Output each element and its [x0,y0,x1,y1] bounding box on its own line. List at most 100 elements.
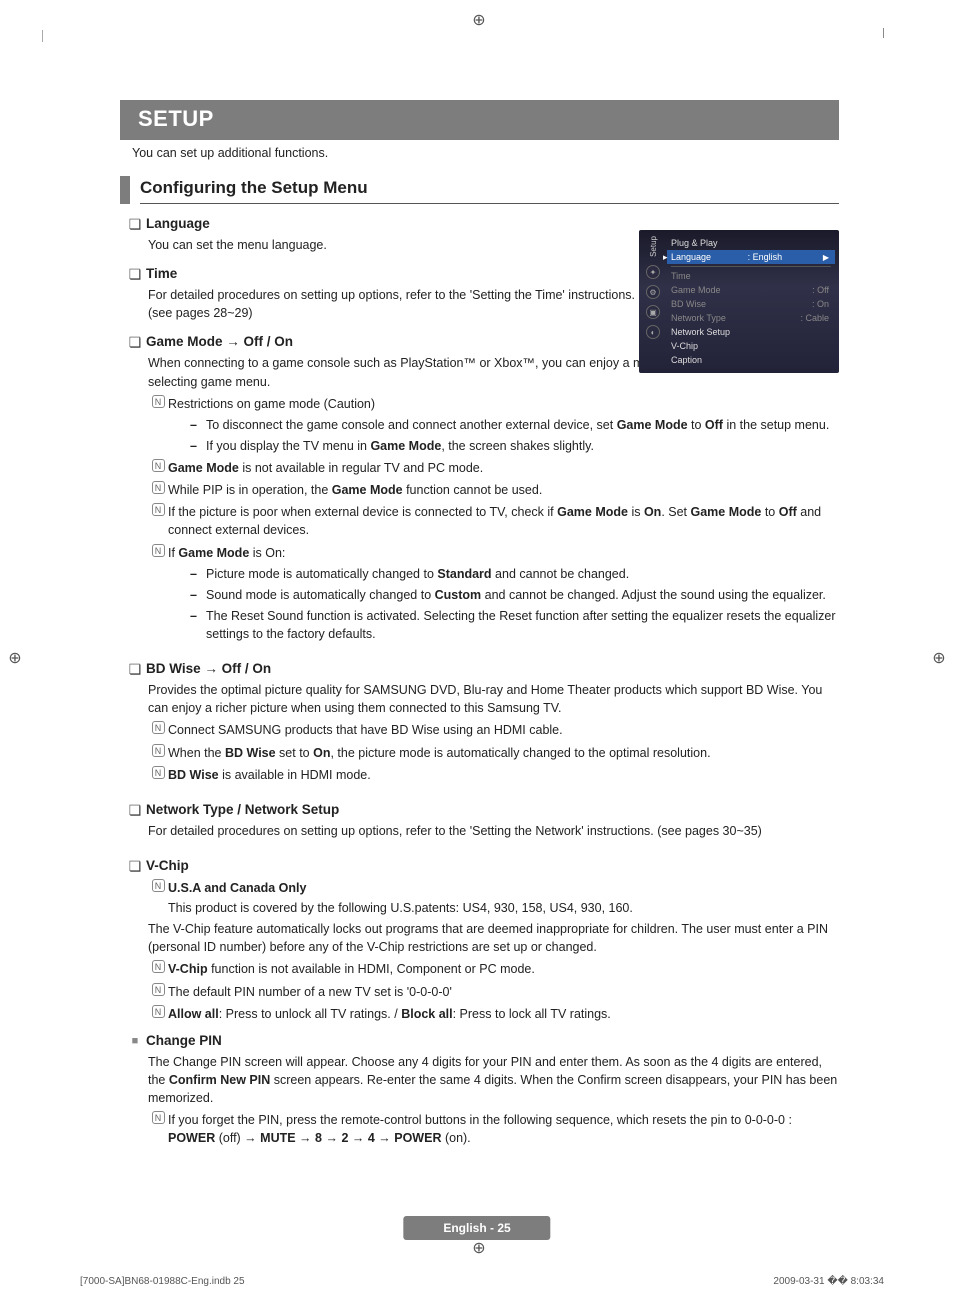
item-title: Change PIN [146,1033,222,1048]
meta-left: [7000-SA]BN68-01988C-Eng.indb 25 [80,1276,245,1287]
osd-label: Network Setup [671,327,730,337]
osd-sidebar: Setup ✦ ⚙ ▣ ◐ [643,236,663,367]
subheading-bar [120,176,130,204]
dash-item: – The Reset Sound function is activated.… [190,607,839,643]
t: Game Mode [370,439,441,453]
square-bullet-icon: ■ [124,1033,146,1050]
dash-text: If you display the TV menu in Game Mode,… [206,437,839,455]
t: is [628,505,644,519]
note-icon: N [148,1005,168,1021]
item-change-pin: ■ Change PIN [124,1033,839,1050]
t: , the picture mode is automatically chan… [330,746,710,760]
t: Block all [401,1007,452,1021]
note-icon: N [148,960,168,976]
t: set to [276,746,314,760]
t: 4 [368,1131,375,1145]
t: On [644,505,661,519]
bullet-icon: ❏ [124,661,146,678]
t: V-Chip [168,962,208,976]
t: function is not available in HDMI, Compo… [208,962,535,976]
note-icon: N [148,983,168,999]
osd-main: Plug & Play Language: English Time Game … [667,236,835,367]
note: N U.S.A and Canada Only [148,879,839,897]
notes: N U.S.A and Canada Only This product is … [148,879,839,917]
dash-text: The Reset Sound function is activated. S… [206,607,839,643]
item-bd-wise: ❏ BD Wise → Off / On [124,661,839,678]
t: Allow all [168,1007,219,1021]
t: Off [705,418,723,432]
note-text: When the BD Wise set to On, the picture … [168,744,839,762]
note: N Restrictions on game mode (Caution) [148,395,839,413]
dash-item: – If you display the TV menu in Game Mod… [190,437,839,455]
t: : Press to unlock all TV ratings. / [219,1007,401,1021]
note-icon: N [148,766,168,782]
osd-value: : Cable [800,313,829,323]
subheading-row: Configuring the Setup Menu [120,176,839,204]
t: Off [779,505,797,519]
t: (on). [441,1131,470,1145]
osd-row: Game Mode: Off [667,283,835,297]
t: When the [168,746,225,760]
dash-icon: – [190,437,206,455]
t: → [296,1131,315,1145]
t: 8 [315,1131,322,1145]
note-text: Restrictions on game mode (Caution) [168,395,839,413]
note-icon: N [148,879,168,895]
note-icon: N [148,503,168,519]
item-title: V-Chip [146,858,189,873]
registration-mark-top: ⊕ [470,12,488,30]
dash-text: Picture mode is automatically changed to… [206,565,839,583]
note: N If the picture is poor when external d… [148,503,839,539]
note-text: Allow all: Press to unlock all TV rating… [168,1005,839,1023]
t: POWER [168,1131,215,1145]
t: → [322,1131,341,1145]
note-body: This product is covered by the following… [168,899,839,917]
bullet-icon: ❏ [124,266,146,283]
dash-icon: – [190,586,206,604]
item-title: Game Mode → Off / On [146,334,293,349]
osd-value: : Off [812,285,829,295]
osd-label: Language [671,252,711,262]
osd-row: Network Setup [667,325,835,339]
t: to [688,418,705,432]
t: MUTE [260,1131,295,1145]
osd-side-icon: ◐ [646,325,660,339]
osd-row: BD Wise: On [667,297,835,311]
osd-row: Caption [667,353,835,367]
t: Sound mode is automatically changed to [206,588,435,602]
dash-icon: – [190,607,206,625]
t: Picture mode is automatically changed to [206,567,437,581]
osd-row: V-Chip [667,339,835,353]
dash-item: – Picture mode is automatically changed … [190,565,839,583]
dash-item: – To disconnect the game console and con… [190,416,839,434]
t: to [761,505,778,519]
t: To disconnect the game console and conne… [206,418,617,432]
t: is not available in regular TV and PC mo… [239,461,483,475]
subheading-text: Configuring the Setup Menu [140,176,839,204]
print-meta: [7000-SA]BN68-01988C-Eng.indb 25 2009-03… [80,1276,884,1287]
note: N If you forget the PIN, press the remot… [148,1111,839,1147]
t: BD Wise [168,768,219,782]
crop-mark [42,30,43,42]
t: If you forget the PIN, press the remote-… [168,1113,792,1127]
notes: N Connect SAMSUNG products that have BD … [148,721,839,783]
note-text: While PIP is in operation, the Game Mode… [168,481,839,499]
content-wide: ❏ Game Mode → Off / On When connecting t… [124,334,839,1147]
t: Confirm New PIN [169,1073,270,1087]
note: N While PIP is in operation, the Game Mo… [148,481,839,499]
t: (off) → [215,1131,260,1145]
registration-mark-right: ⊕ [930,650,948,668]
crop-mark [883,28,884,38]
bullet-icon: ❏ [124,802,146,819]
item-body: The Change PIN screen will appear. Choos… [148,1053,839,1107]
registration-mark-left: ⊕ [6,650,24,668]
registration-mark-bottom: ⊕ [470,1240,488,1258]
t: Game Mode [178,546,249,560]
note: N The default PIN number of a new TV set… [148,983,839,1001]
t: function cannot be used. [403,483,543,497]
t: Game Mode [168,461,239,475]
note-text: U.S.A and Canada Only [168,879,839,897]
osd-label: Caption [671,355,702,365]
note: N Allow all: Press to unlock all TV rati… [148,1005,839,1023]
section-title: SETUP [120,100,839,140]
